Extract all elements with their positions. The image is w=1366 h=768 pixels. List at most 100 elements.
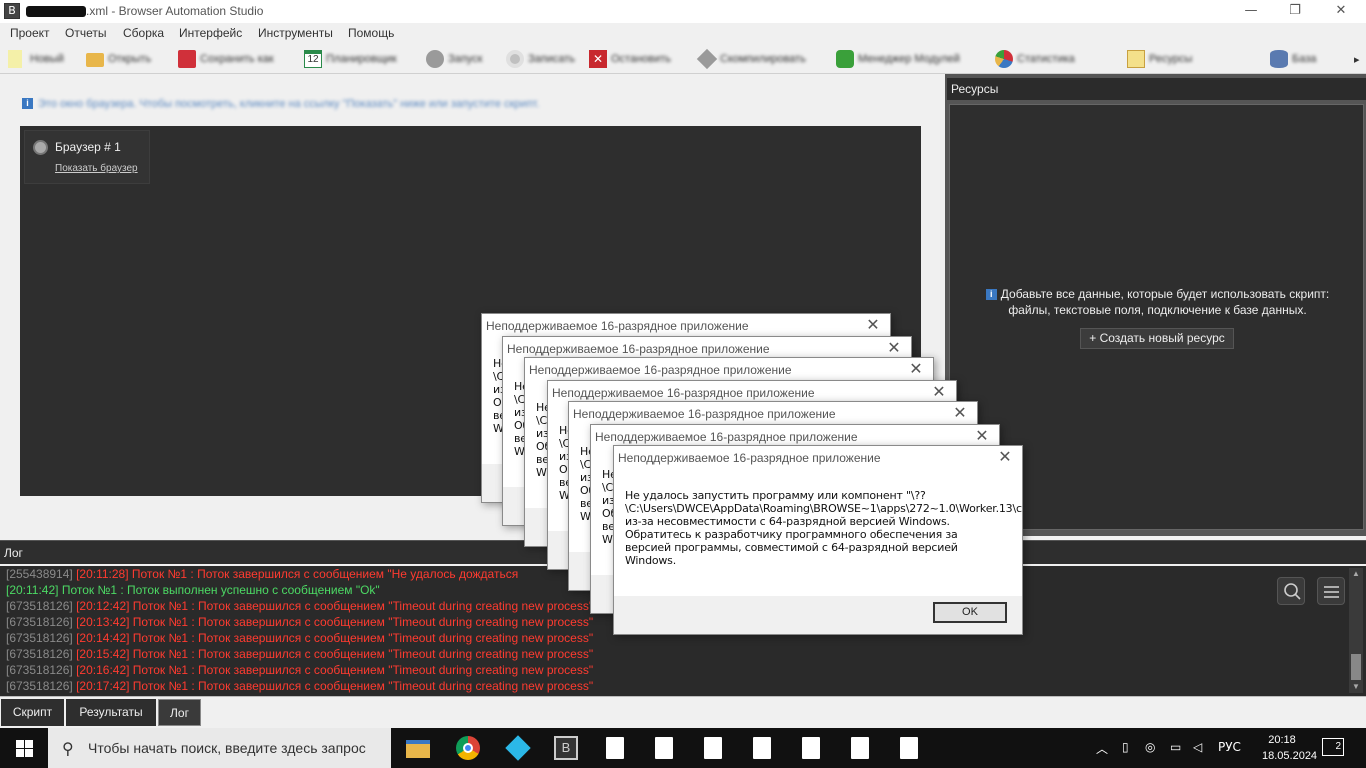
log-message: [20:17:42] Поток №1 : Поток завершился с… — [76, 679, 594, 693]
document-icon[interactable] — [704, 737, 722, 759]
search-icon: ⚲ — [62, 739, 74, 758]
dialog-title: Неподдерживаемое 16-разрядное приложение — [618, 451, 881, 465]
dialog-close-button[interactable]: ✕ — [971, 426, 993, 446]
toolbar-overflow-icon[interactable]: ▸ — [1354, 53, 1360, 66]
menu-build[interactable]: Сборка — [123, 26, 164, 40]
menu-interface[interactable]: Интерфейс — [179, 26, 242, 40]
usb-icon[interactable]: ▯ — [1122, 740, 1129, 754]
toolbar-label: Ресурсы — [1149, 53, 1193, 65]
log-title: Лог — [4, 546, 23, 560]
toolbar-label: База — [1292, 53, 1317, 65]
toolbar-label: Сохранить как — [200, 53, 274, 65]
document-icon[interactable] — [753, 737, 771, 759]
language-indicator[interactable]: РУС — [1218, 740, 1241, 754]
dialog-close-button[interactable]: ✕ — [883, 338, 905, 358]
tab-results[interactable]: Результаты — [66, 699, 156, 726]
pie-chart-icon — [995, 50, 1013, 68]
resources-message-line1: Добавьте все данные, которые будет испол… — [1000, 287, 1330, 301]
chrome-icon[interactable] — [456, 736, 480, 760]
toolbar-new-button[interactable]: Новый — [8, 49, 78, 69]
scroll-up-icon[interactable]: ▲ — [1349, 568, 1363, 580]
toolbar-label: Записать — [528, 53, 576, 65]
toolbar-module-manager-button[interactable]: Менеджер Модулей — [836, 49, 986, 69]
toolbar-label: Скомпилировать — [720, 53, 806, 65]
scroll-thumb[interactable] — [1351, 654, 1361, 680]
taskbar-search-box[interactable]: ⚲ Чтобы начать поиск, введите здесь запр… — [48, 728, 391, 768]
dialog-close-button[interactable]: ✕ — [862, 315, 884, 335]
log-line: [673518126] [20:15:42] Поток №1 : Поток … — [6, 646, 1266, 662]
toolbar-label: Планировщик — [326, 53, 397, 65]
clock-date: 18.05.2024 — [1262, 750, 1318, 762]
log-thread-id: [673518126] — [6, 663, 73, 677]
tab-script[interactable]: Скрипт — [1, 699, 64, 726]
database-icon — [1270, 50, 1288, 68]
bottom-tabs: Скрипт Результаты Лог — [0, 696, 1366, 727]
taskbar-search-placeholder: Чтобы начать поиск, введите здесь запрос — [88, 740, 366, 756]
log-scrollbar[interactable]: ▲ ▼ — [1349, 568, 1363, 693]
search-icon — [1284, 583, 1301, 600]
toolbar-label: Менеджер Модулей — [858, 53, 960, 65]
create-resource-button[interactable]: + Создать новый ресурс — [1080, 328, 1234, 349]
toolbar-open-button[interactable]: Открыть — [86, 49, 168, 69]
puzzle-icon — [836, 50, 854, 68]
minimize-button[interactable]: — — [1228, 0, 1274, 23]
diamond-app-icon[interactable] — [505, 735, 531, 761]
document-icon[interactable] — [851, 737, 869, 759]
close-button[interactable]: ✕ — [1318, 0, 1364, 23]
document-icon[interactable] — [802, 737, 820, 759]
log-menu-button[interactable] — [1317, 577, 1345, 605]
log-search-button[interactable] — [1277, 577, 1305, 605]
log-thread-id: [673518126] — [6, 599, 73, 613]
menu-reports[interactable]: Отчеты — [65, 26, 106, 40]
dialog-title: Неподдерживаемое 16-разрядное приложение — [552, 386, 815, 400]
network-icon[interactable]: ▭ — [1170, 740, 1181, 754]
notifications-icon[interactable]: 2 — [1322, 738, 1344, 756]
dialog-close-button[interactable]: ✕ — [928, 382, 950, 402]
dialog-ok-button[interactable]: OK — [933, 602, 1007, 623]
camera-icon[interactable]: ◎ — [1145, 740, 1155, 754]
toolbar-scheduler-button[interactable]: 12 Планировщик — [304, 49, 416, 69]
toolbar-record-button[interactable]: Записать — [506, 49, 586, 69]
save-icon — [178, 50, 196, 68]
toolbar-statistics-button[interactable]: Статистика — [995, 49, 1120, 69]
toolbar-resources-button[interactable]: Ресурсы — [1127, 49, 1262, 69]
notification-count: 2 — [1335, 741, 1341, 752]
chrome-center — [463, 743, 473, 753]
dialog-message: Не удалось запустить программу или компо… — [625, 489, 1022, 567]
package-icon — [696, 48, 718, 70]
volume-icon[interactable]: ◁ — [1193, 740, 1202, 754]
tray-chevron-up-icon[interactable]: ︿ — [1096, 740, 1108, 757]
file-explorer-icon[interactable] — [406, 740, 430, 758]
toolbar-save-button[interactable]: Сохранить как — [178, 49, 293, 69]
toolbar-stop-button[interactable]: ✕ Остановить — [589, 49, 689, 69]
bas-taskbar-icon[interactable]: B — [554, 736, 578, 760]
dialog-close-button[interactable]: ✕ — [949, 403, 971, 423]
dialog-title: Неподдерживаемое 16-разрядное приложение — [486, 319, 749, 333]
log-message: [20:11:28] Поток №1 : Поток завершился с… — [76, 567, 519, 581]
document-icon[interactable] — [900, 737, 918, 759]
taskbar-clock[interactable]: 20:18 18.05.2024 — [1262, 732, 1318, 764]
dialog-title: Неподдерживаемое 16-разрядное приложение — [529, 363, 792, 377]
window-title: .xml - Browser Automation Studio — [86, 4, 264, 18]
log-message: [20:16:42] Поток №1 : Поток завершился с… — [76, 663, 594, 677]
document-icon[interactable] — [606, 737, 624, 759]
menu-tools[interactable]: Инструменты — [258, 26, 333, 40]
toolbar-run-button[interactable]: Запуск — [426, 49, 506, 69]
dialog-close-button[interactable]: ✕ — [994, 447, 1016, 467]
restore-button[interactable]: ❐ — [1272, 0, 1318, 23]
resources-message-line2: файлы, текстовые поля, подключение к баз… — [1008, 303, 1307, 317]
resources-header: Ресурсы — [947, 78, 1366, 100]
toolbar-compile-button[interactable]: Скомпилировать — [696, 48, 828, 70]
toolbar-database-button[interactable]: База — [1270, 49, 1340, 69]
show-browser-link[interactable]: Показать браузер — [55, 163, 138, 174]
tab-log[interactable]: Лог — [158, 699, 201, 726]
windows-start-icon[interactable] — [16, 740, 33, 757]
menu-project[interactable]: Проект — [10, 26, 50, 40]
dialog-title: Неподдерживаемое 16-разрядное приложение — [507, 342, 770, 356]
document-icon[interactable] — [655, 737, 673, 759]
menu-help[interactable]: Помощь — [348, 26, 394, 40]
dialog-close-button[interactable]: ✕ — [905, 359, 927, 379]
dialog-titlebar: Неподдерживаемое 16-разрядное приложение… — [569, 402, 977, 425]
browser-hint: i Это окно браузера. Чтобы посмотреть, к… — [22, 97, 902, 113]
scroll-down-icon[interactable]: ▼ — [1349, 681, 1363, 693]
